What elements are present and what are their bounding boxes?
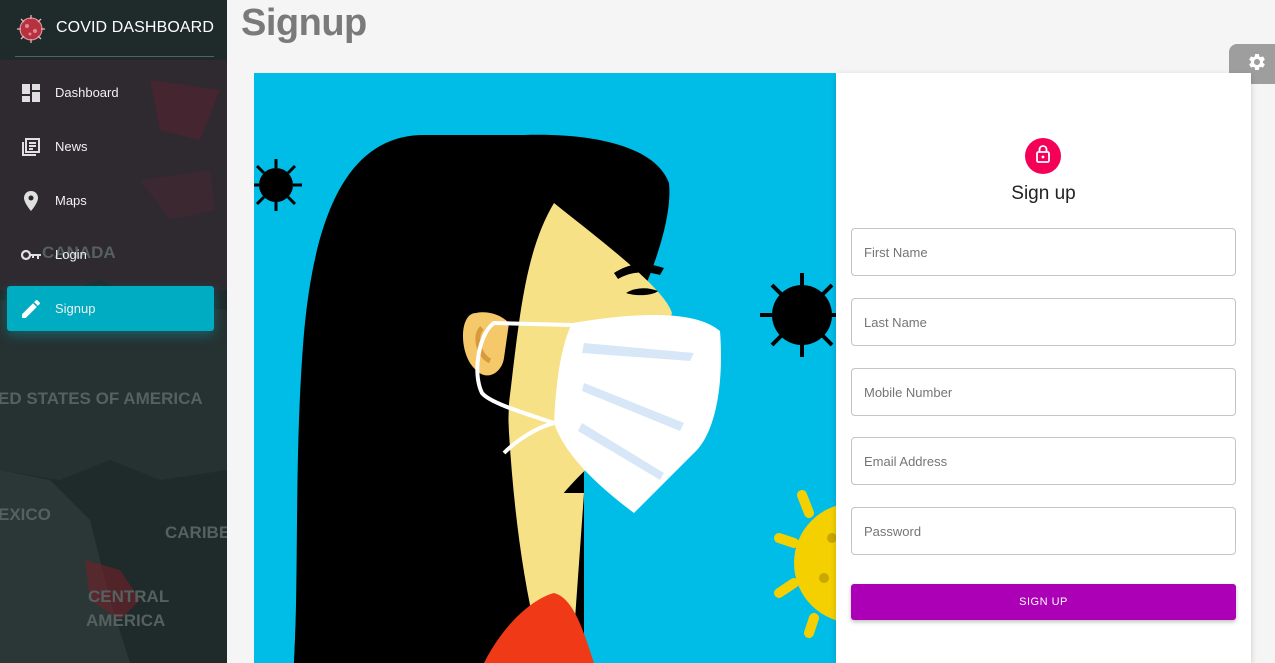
first-name-field[interactable] (851, 228, 1236, 276)
map-label-caribe: CARIBE (165, 523, 227, 542)
signup-card: Sign up SIGN UP (836, 73, 1251, 663)
sidebar-item-label: Dashboard (55, 85, 119, 100)
brand[interactable]: COVID DASHBOARD (15, 0, 214, 57)
sidebar-item-label: Login (55, 247, 87, 262)
sidebar-item-label: Maps (55, 193, 87, 208)
sidebar: CANADA ED STATES OF AMERICA EXICO CARIBE… (0, 0, 227, 663)
lock-avatar (1025, 138, 1061, 174)
pencil-icon (21, 299, 41, 319)
mobile-number-field[interactable] (851, 368, 1236, 416)
page-title: Signup (241, 2, 367, 44)
sidebar-item-news[interactable]: News (7, 124, 214, 169)
sidebar-item-dashboard[interactable]: Dashboard (7, 70, 214, 115)
form-title: Sign up (1011, 183, 1076, 204)
dashboard-icon (21, 83, 41, 103)
map-label-central: CENTRAL (88, 587, 169, 606)
sidebar-nav: Dashboard News Maps Login Signup (0, 70, 227, 331)
sign-up-button[interactable]: SIGN UP (851, 584, 1236, 620)
email-field[interactable] (851, 437, 1236, 485)
sidebar-item-maps[interactable]: Maps (7, 178, 214, 223)
app-title: COVID DASHBOARD (56, 19, 214, 36)
key-icon (21, 245, 41, 265)
sidebar-item-label: News (55, 139, 88, 154)
last-name-field[interactable] (851, 298, 1236, 346)
sidebar-item-label: Signup (55, 301, 96, 316)
map-label-usa: ED STATES OF AMERICA (0, 389, 203, 408)
map-label-america: AMERICA (86, 611, 165, 630)
sidebar-item-login[interactable]: Login (7, 232, 214, 277)
lock-icon (1035, 144, 1051, 168)
map-pin-icon (21, 190, 41, 211)
news-icon (21, 137, 41, 157)
woman-with-mask-illustration (254, 73, 836, 663)
sidebar-item-signup[interactable]: Signup (7, 286, 214, 331)
password-field[interactable] (851, 507, 1236, 555)
coronavirus-logo-icon (15, 13, 47, 45)
map-label-mexico: EXICO (0, 505, 51, 524)
